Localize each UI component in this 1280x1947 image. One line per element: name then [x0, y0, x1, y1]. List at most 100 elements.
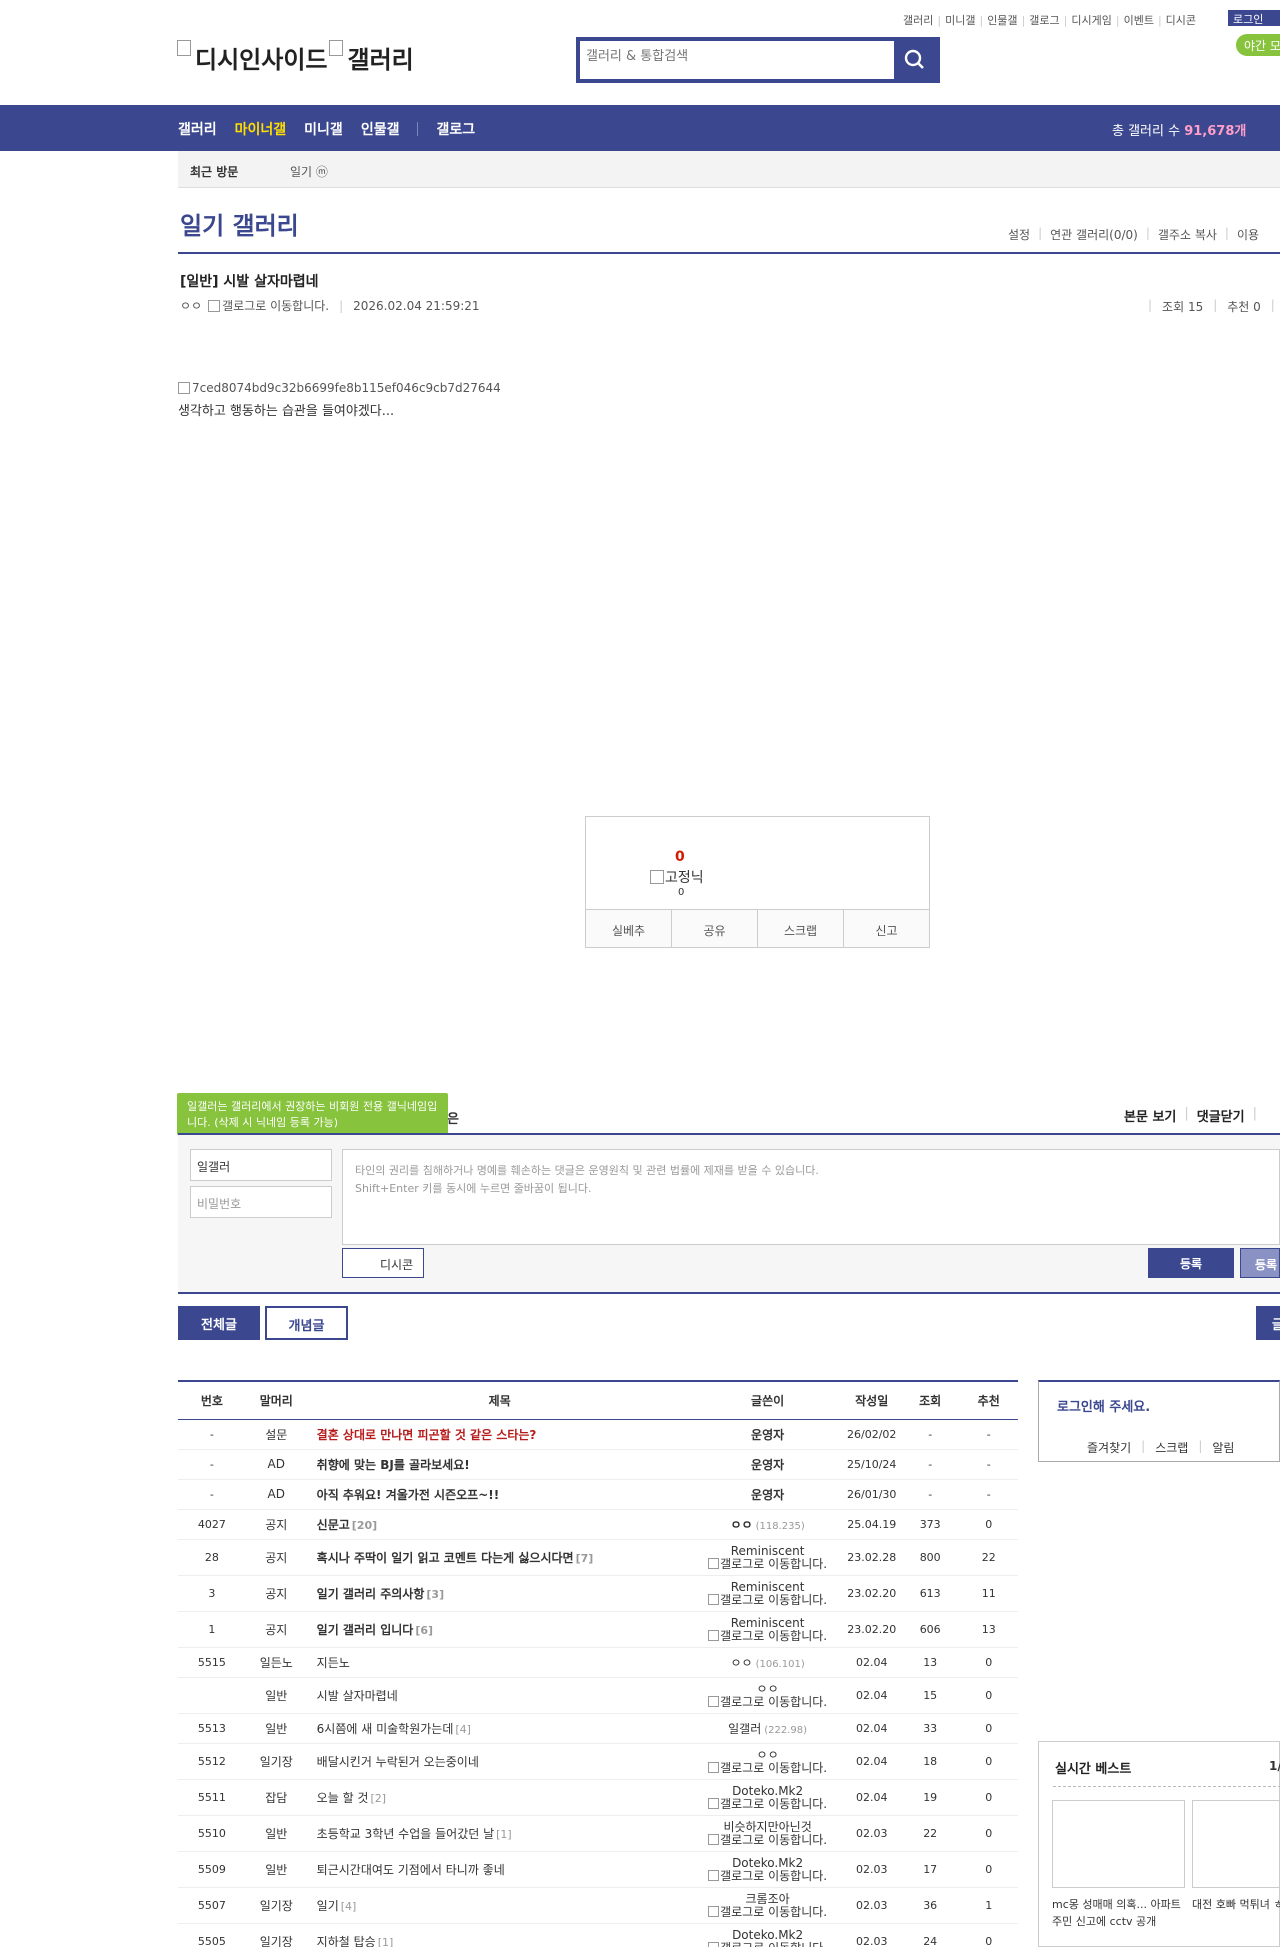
row-writer[interactable]: Doteko.Mk2갤로그로 이동합니다.: [692, 1779, 843, 1816]
writer-gallog-link[interactable]: 갤로그로 이동합니다.: [720, 1594, 827, 1606]
top-link-gallog[interactable]: 갤로그: [1029, 12, 1059, 28]
report-button[interactable]: 신고: [844, 910, 929, 947]
row-subject[interactable]: 일기 갤러리 주의사항 [3]: [306, 1575, 693, 1612]
fixed-nick-recommend[interactable]: 고정닉: [650, 867, 704, 887]
writer-nickname[interactable]: 비슷하지만아닌것: [693, 1820, 843, 1834]
best-caption[interactable]: mc몽 성매매 의혹... 아파트 주민 신고에 cctv 공개: [1052, 1896, 1187, 1930]
post-writer[interactable]: ㅇㅇ: [180, 297, 202, 314]
best-thumbnail[interactable]: [1052, 1800, 1185, 1888]
login-button[interactable]: 로그인: [1228, 10, 1280, 26]
row-writer[interactable]: 운영자: [692, 1419, 843, 1450]
row-subject-text[interactable]: 퇴근시간대여도 기점에서 타니까 좋네: [317, 1863, 505, 1877]
nav-minor-gallery[interactable]: 마이너갤: [235, 119, 287, 139]
table-row[interactable]: 3 공지 일기 갤러리 주의사항 [3] Reminiscent 갤로그로 이동합니다. 2…: [178, 1575, 1018, 1612]
write-button[interactable]: 글: [1256, 1306, 1280, 1340]
writer-gallog-link[interactable]: 갤로그로 이동합니다.: [720, 1798, 827, 1810]
nav-gallery[interactable]: 갤러리: [178, 119, 217, 139]
row-subject-text[interactable]: 지든노: [317, 1656, 350, 1670]
row-writer[interactable]: Doteko.Mk2갤로그로 이동합니다.: [692, 1923, 843, 1947]
writer-gallog-link[interactable]: 갤로그로 이동합니다.: [720, 1696, 827, 1708]
row-writer[interactable]: ㅇㅇ 갤로그로 이동합니다.: [692, 1743, 843, 1780]
gallery-option-related[interactable]: 연관 갤러리(0/0): [1050, 226, 1138, 243]
row-reply-count[interactable]: [4]: [455, 1723, 471, 1736]
top-link-dccon[interactable]: 디시콘: [1166, 12, 1196, 28]
table-row[interactable]: 일반 시발 살자마렵네 ㅇㅇ 갤로그로 이동합니다. 02.04 15 0: [178, 1677, 1018, 1714]
writer-nickname[interactable]: Reminiscent: [693, 1580, 843, 1594]
tab-concept-posts[interactable]: 개념글: [265, 1306, 348, 1340]
row-subject-text[interactable]: 시발 살자마렵네: [317, 1689, 398, 1703]
col-recommend[interactable]: 추천: [959, 1381, 1018, 1420]
row-subject-text[interactable]: 혹시나 주딱이 일기 읽고 코멘트 다는게 싫으시다면: [317, 1551, 574, 1565]
dccon-button[interactable]: 디시콘: [342, 1248, 424, 1278]
writer-gallog-link[interactable]: 갤로그로 이동합니다.: [720, 1558, 827, 1570]
row-writer[interactable]: Doteko.Mk2갤로그로 이동합니다.: [692, 1851, 843, 1888]
comment-submit-recommend-button[interactable]: 등록: [1240, 1248, 1280, 1278]
writer-nickname[interactable]: ㅇㅇ: [693, 1748, 843, 1762]
writer-nickname[interactable]: ㅇㅇ: [693, 1682, 843, 1696]
post-writer-gallog-link[interactable]: 갤로그로 이동합니다.: [222, 297, 329, 314]
row-subject-text[interactable]: 일기 갤러리 입니다: [317, 1623, 414, 1637]
writer-nickname[interactable]: Reminiscent: [693, 1544, 843, 1558]
writer-nickname[interactable]: Doteko.Mk2: [693, 1856, 843, 1870]
writer-nickname[interactable]: ㅇㅇ: [730, 1518, 752, 1532]
post-image[interactable]: 7ced8074bd9c32b6699fe8b115ef046c9cb7d276…: [178, 381, 501, 395]
row-subject[interactable]: 오늘 할 것 [2]: [306, 1779, 693, 1816]
notification-link[interactable]: 알림: [1212, 1439, 1234, 1456]
col-views[interactable]: 조회: [900, 1381, 960, 1420]
row-writer[interactable]: ㅇㅇ 갤로그로 이동합니다.: [692, 1677, 843, 1714]
row-subject[interactable]: 시발 살자마렵네: [306, 1677, 693, 1714]
table-row[interactable]: 4027 공지 신문고 [20] ㅇㅇ (118.235) 25.04.19 373 0: [178, 1509, 1018, 1540]
share-button[interactable]: 공유: [672, 910, 758, 947]
row-writer[interactable]: Reminiscent 갤로그로 이동합니다.: [692, 1539, 843, 1576]
row-subject[interactable]: 일기 갤러리 입니다 [6]: [306, 1611, 693, 1648]
search-input[interactable]: [586, 49, 886, 64]
row-subject[interactable]: 초등학교 3학년 수업을 들어갔던 날 [1]: [306, 1815, 693, 1852]
comment-password-field[interactable]: 비밀번호: [190, 1186, 332, 1218]
writer-nickname[interactable]: 운영자: [751, 1488, 784, 1502]
row-subject-text[interactable]: 지하철 탑승: [317, 1935, 376, 1947]
writer-gallog-link[interactable]: 갤로그로 이동합니다.: [720, 1834, 827, 1846]
gallery-option-settings[interactable]: 설정: [1008, 226, 1030, 243]
writer-nickname[interactable]: Reminiscent: [693, 1616, 843, 1630]
site-logo[interactable]: 디시인사이드 갤러리: [177, 40, 414, 75]
row-subject-text[interactable]: 취향에 맞는 BJ를 골라보세요!: [317, 1458, 470, 1472]
top-link-persongall[interactable]: 인물갤: [987, 12, 1017, 28]
row-subject-text[interactable]: 신문고: [317, 1518, 350, 1532]
table-row[interactable]: - AD 취향에 맞는 BJ를 골라보세요! 운영자 25/10/24- -: [178, 1449, 1018, 1480]
row-subject[interactable]: 배달시킨거 누락된거 오는중이네: [306, 1743, 693, 1780]
top-link-dcgame[interactable]: 디시게임: [1071, 12, 1111, 28]
row-reply-count[interactable]: [2]: [370, 1792, 386, 1805]
row-reply-count[interactable]: [4]: [341, 1900, 357, 1913]
row-subject[interactable]: 혹시나 주딱이 일기 읽고 코멘트 다는게 싫으시다면 [7]: [306, 1539, 693, 1576]
row-subject[interactable]: 신문고 [20]: [306, 1509, 693, 1540]
row-writer[interactable]: 운영자: [692, 1479, 843, 1510]
row-reply-count[interactable]: [7]: [576, 1552, 594, 1565]
row-writer[interactable]: Reminiscent 갤로그로 이동합니다.: [692, 1575, 843, 1612]
row-reply-count[interactable]: [1]: [496, 1828, 512, 1841]
row-subject-text[interactable]: 오늘 할 것: [317, 1791, 369, 1805]
close-comments-link[interactable]: 댓글닫기: [1197, 1106, 1245, 1125]
writer-nickname[interactable]: Doteko.Mk2: [693, 1928, 843, 1942]
writer-gallog-link[interactable]: 갤로그로 이동합니다.: [720, 1942, 827, 1947]
row-writer[interactable]: ㅇㅇ (106.101): [692, 1647, 843, 1678]
writer-gallog-link[interactable]: 갤로그로 이동합니다.: [720, 1630, 827, 1642]
night-mode-button[interactable]: 야간 모드: [1236, 34, 1280, 56]
row-writer[interactable]: 운영자: [692, 1449, 843, 1480]
row-subject-text[interactable]: 6시쯤에 새 미술학원가는데: [317, 1722, 454, 1736]
row-subject-text[interactable]: 아직 추워요! 겨울가전 시즌오프~!!: [317, 1488, 500, 1502]
recent-visit-label[interactable]: 최근 방문: [190, 163, 238, 180]
writer-nickname[interactable]: 운영자: [751, 1458, 784, 1472]
table-row[interactable]: 5515 일든노 지든노 ㅇㅇ (106.101) 02.04 13 0: [178, 1647, 1018, 1678]
scrap-link[interactable]: 스크랩: [1155, 1439, 1188, 1456]
comment-nickname-field[interactable]: 일갤러: [190, 1149, 332, 1181]
scrap-button[interactable]: 스크랩: [758, 910, 844, 947]
gallery-title[interactable]: 일기 갤러리: [180, 206, 299, 241]
favorites-link[interactable]: 즐겨찾기: [1087, 1439, 1131, 1456]
nav-mini-gallery[interactable]: 미니갤: [304, 119, 343, 139]
row-subject-text[interactable]: 결혼 상대로 만나면 피곤할 것 같은 스타는?: [317, 1428, 537, 1442]
recent-visit-item[interactable]: 일기 ⓜ: [290, 163, 328, 180]
top-link-event[interactable]: 이벤트: [1124, 12, 1154, 28]
row-subject[interactable]: 지하철 탑승 [1]: [306, 1923, 693, 1947]
top-link-gallery[interactable]: 갤러리: [903, 12, 933, 28]
writer-nickname[interactable]: 크롬조아: [693, 1892, 843, 1906]
